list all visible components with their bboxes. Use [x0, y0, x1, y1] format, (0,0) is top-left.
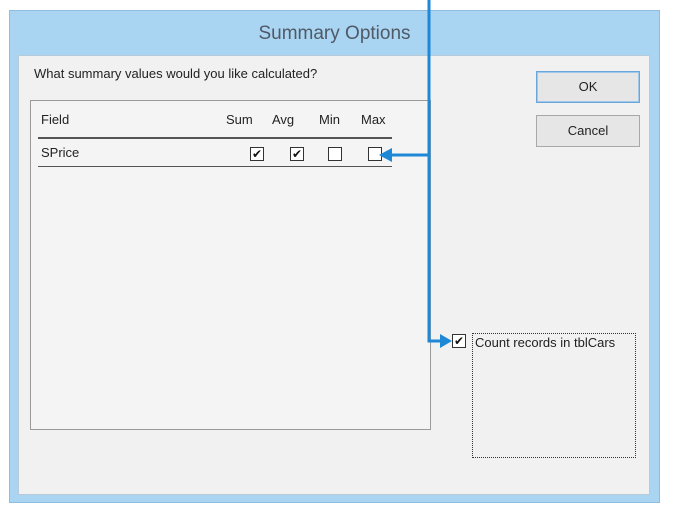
arrow-head-right	[440, 334, 452, 348]
arrow-to-max-checkbox-line	[388, 0, 431, 157]
arrow-head-left	[379, 148, 392, 162]
callout-arrows	[379, 0, 452, 348]
arrow-to-count-checkbox-line	[427, 155, 442, 343]
